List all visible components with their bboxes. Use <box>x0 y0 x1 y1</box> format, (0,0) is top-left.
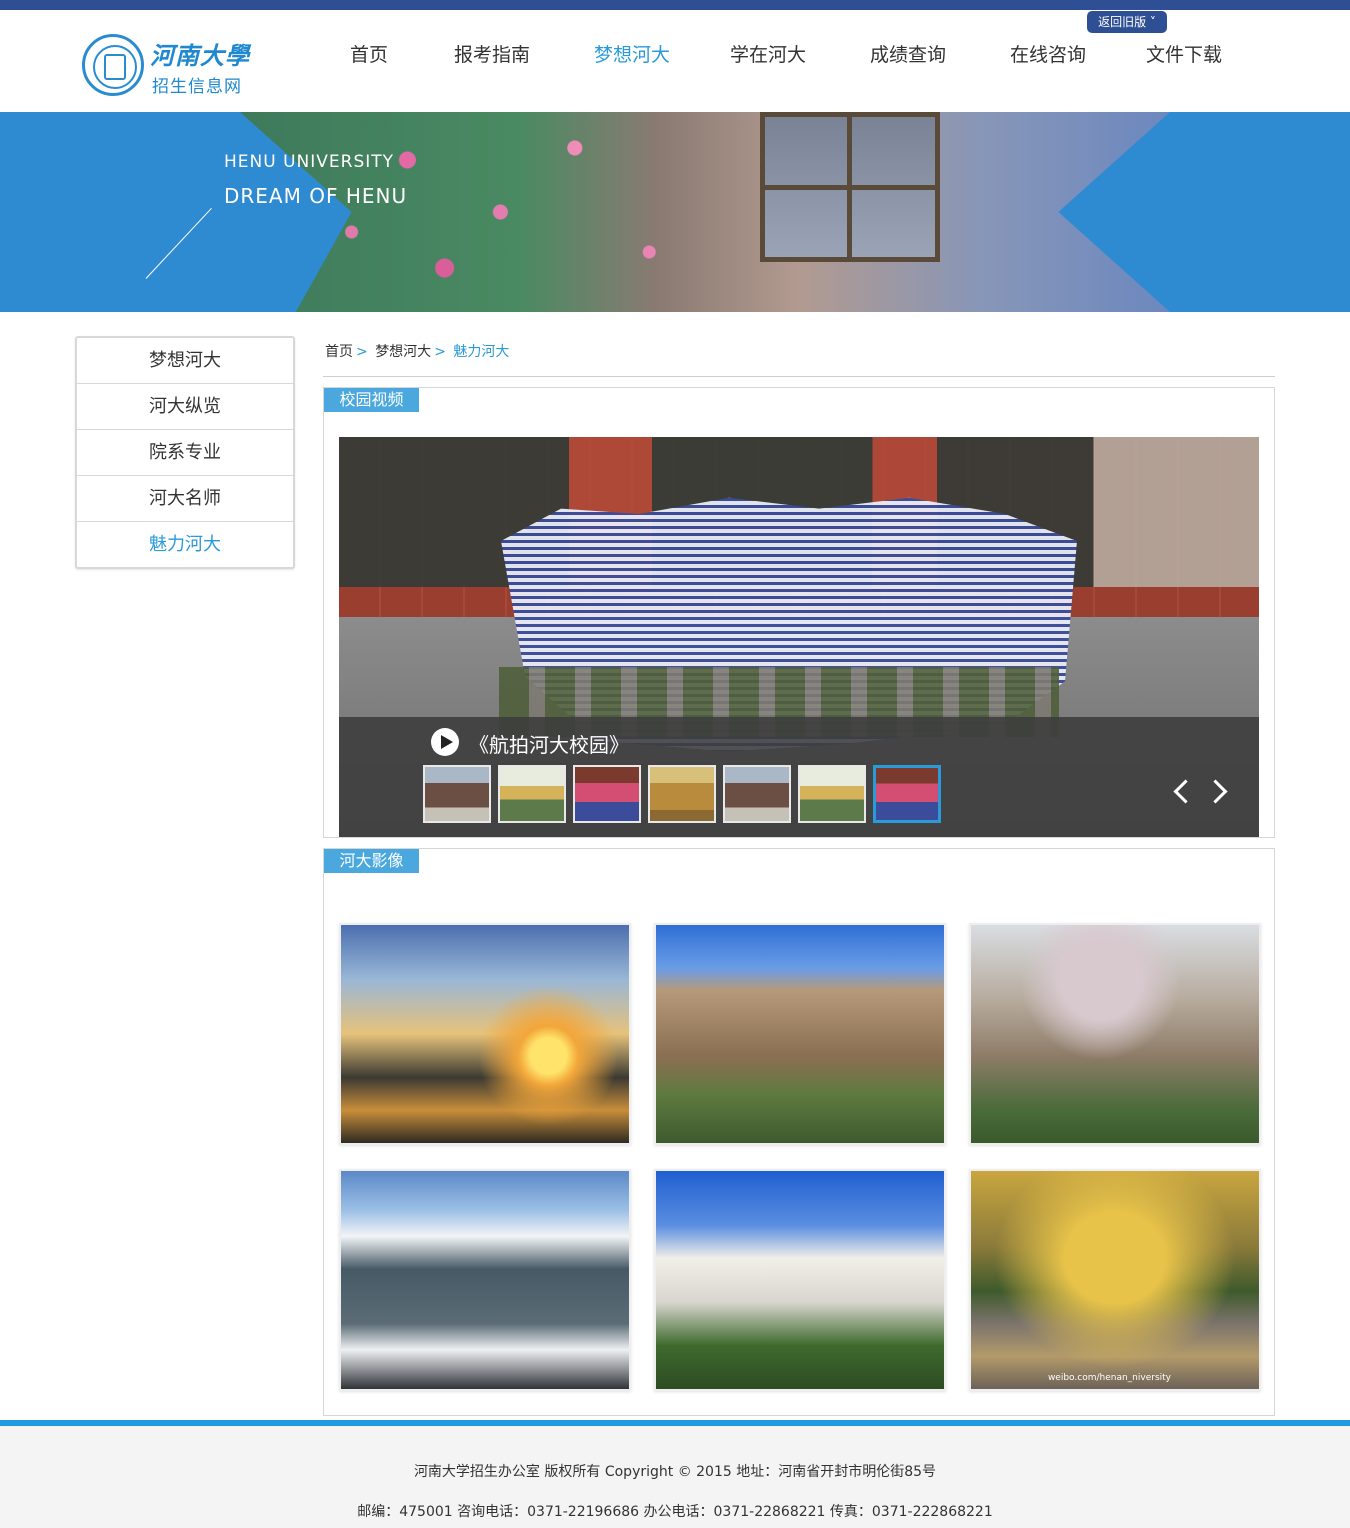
nav-item-study[interactable]: 学在河大 <box>730 40 806 67</box>
video-thumbnail[interactable] <box>498 765 566 823</box>
photo-snow-gate[interactable] <box>339 1169 631 1391</box>
site-footer: 河南大学招生办公室 版权所有 Copyright © 2015 地址：河南省开封… <box>0 1426 1350 1528</box>
breadcrumb-separator: > <box>434 344 446 360</box>
nav-item-consult[interactable]: 在线咨询 <box>1010 40 1086 67</box>
breadcrumb-current: 魅力河大 <box>453 344 510 360</box>
photo-autumn-road[interactable]: weibo.com/henan_niversity <box>969 1169 1261 1391</box>
banner-divider-line <box>145 207 212 279</box>
nav-item-home[interactable]: 首页 <box>350 40 388 67</box>
breadcrumb: 首页 > 梦想河大 > 魅力河大 <box>325 341 509 361</box>
photo-image <box>341 1171 629 1389</box>
breadcrumb-home[interactable]: 首页 <box>325 344 353 360</box>
chevron-right-icon[interactable] <box>1207 775 1229 807</box>
video-thumbnail[interactable] <box>798 765 866 823</box>
photo-image <box>656 1171 944 1389</box>
sidebar-item-teachers[interactable]: 河大名师 <box>77 476 293 522</box>
page-banner: HENU UNIVERSITY DREAM OF HENU <box>0 112 1350 312</box>
video-panel: 校园视频 《航拍河大校园》 <box>323 387 1275 838</box>
photo-tree-building[interactable] <box>969 923 1261 1145</box>
photo-watermark: weibo.com/henan_niversity <box>1047 1373 1171 1383</box>
photo-image <box>971 1171 1259 1389</box>
site-header: 河南大學 招生信息网 首页 报考指南 梦想河大 学在河大 成绩查询 在线咨询 文… <box>0 10 1350 112</box>
sidebar-menu: 梦想河大 河大纵览 院系专业 河大名师 魅力河大 <box>75 336 295 569</box>
video-title: 《航拍河大校园》 <box>469 733 629 757</box>
video-thumbnail[interactable] <box>648 765 716 823</box>
breadcrumb-separator: > <box>356 344 368 360</box>
photo-sunset-pagoda[interactable] <box>339 923 631 1145</box>
logo-name: 河南大學 <box>150 41 250 70</box>
video-section-tag: 校园视频 <box>324 388 419 412</box>
video-thumbnail-active[interactable] <box>873 765 941 823</box>
nav-item-downloads[interactable]: 文件下载 <box>1146 40 1222 67</box>
breadcrumb-divider <box>323 376 1275 377</box>
footer-copyright: 河南大学招生办公室 版权所有 Copyright © 2015 地址：河南省开封… <box>413 1464 937 1480</box>
video-thumbnail[interactable] <box>573 765 641 823</box>
photo-image <box>341 925 629 1143</box>
old-version-button[interactable]: 返回旧版 ˅ <box>1087 11 1167 33</box>
chevron-left-icon[interactable] <box>1171 775 1193 807</box>
top-bar <box>0 0 1350 10</box>
banner-photo <box>240 112 1170 312</box>
photo-grid: weibo.com/henan_niversity <box>339 923 1261 1393</box>
footer-contact: 邮编：475001 咨询电话：0371-22196686 办公电话：0371-2… <box>357 1504 993 1520</box>
banner-subtitle-en: DREAM OF HENU <box>224 184 408 208</box>
photo-historic-building[interactable] <box>654 923 946 1145</box>
university-seal-icon <box>82 34 144 96</box>
logo-subtitle: 招生信息网 <box>152 77 242 97</box>
breadcrumb-parent[interactable]: 梦想河大 <box>375 344 431 360</box>
nav-item-guide[interactable]: 报考指南 <box>454 40 530 67</box>
site-logo[interactable]: 河南大學 招生信息网 <box>82 34 262 100</box>
video-caption-bar: 《航拍河大校园》 <box>339 717 1259 837</box>
sidebar-item-overview[interactable]: 河大纵览 <box>77 384 293 430</box>
sidebar-item-departments[interactable]: 院系专业 <box>77 430 293 476</box>
photo-image <box>971 925 1259 1143</box>
nav-item-dream[interactable]: 梦想河大 <box>594 40 670 67</box>
video-thumbnail[interactable] <box>423 765 491 823</box>
photo-panel: 河大影像 weibo.com/henan_niversity <box>323 848 1275 1416</box>
banner-title-en: HENU UNIVERSITY <box>224 152 395 172</box>
sidebar-item-dream[interactable]: 梦想河大 <box>77 338 293 384</box>
banner-window-image <box>760 112 940 262</box>
sidebar-item-charm[interactable]: 魅力河大 <box>77 522 293 568</box>
photo-white-building[interactable] <box>654 1169 946 1391</box>
play-icon[interactable] <box>431 728 459 756</box>
photo-section-tag: 河大影像 <box>324 849 419 873</box>
video-player[interactable]: 《航拍河大校园》 <box>339 437 1259 837</box>
video-thumbnail[interactable] <box>723 765 791 823</box>
nav-item-scores[interactable]: 成绩查询 <box>870 40 946 67</box>
photo-image <box>656 925 944 1143</box>
